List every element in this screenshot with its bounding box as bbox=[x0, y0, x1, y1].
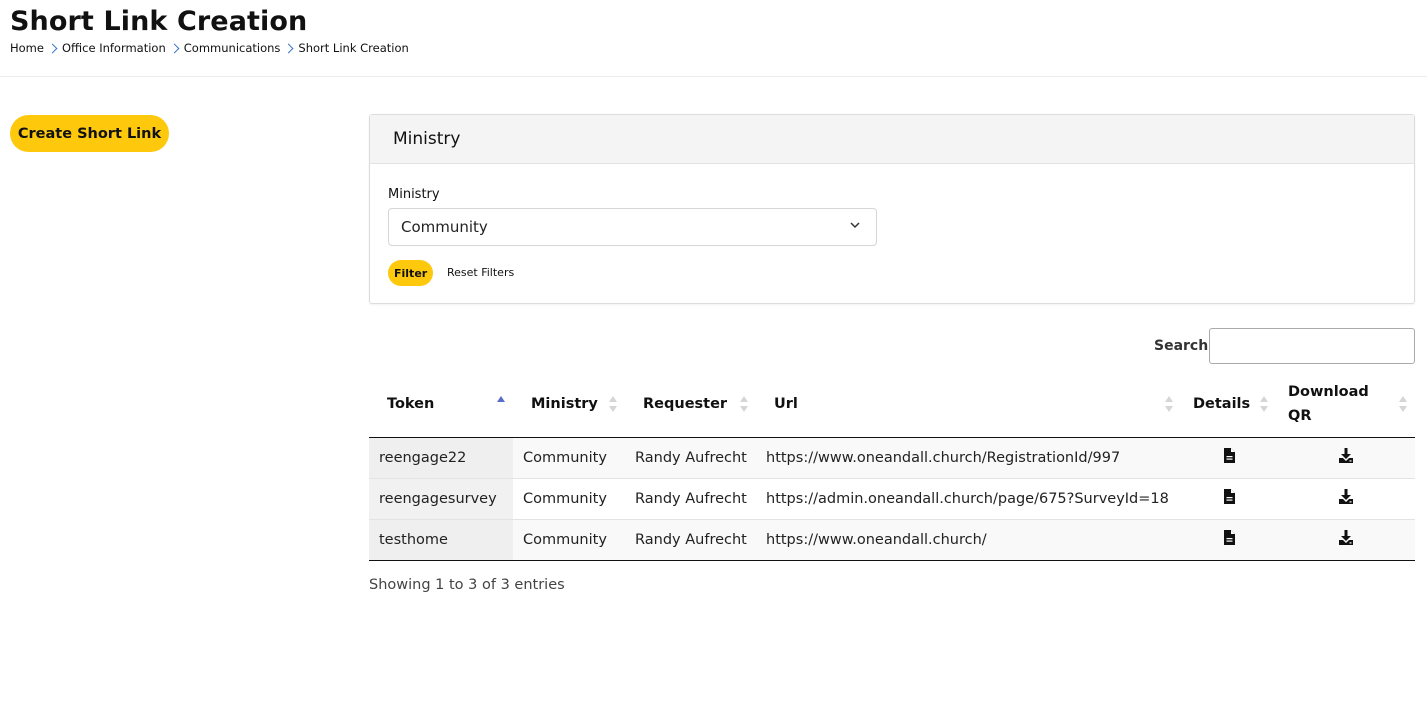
cell-token: reengage22 bbox=[369, 437, 513, 478]
table-row: testhome Community Randy Aufrecht https:… bbox=[369, 518, 1415, 561]
chevron-down-icon bbox=[850, 222, 860, 229]
cell-download-qr bbox=[1276, 518, 1415, 561]
sort-icon bbox=[740, 396, 748, 412]
breadcrumb-current: Short Link Creation bbox=[298, 41, 409, 55]
column-header-token[interactable]: Token bbox=[369, 371, 513, 438]
cell-requester: Randy Aufrecht bbox=[625, 477, 756, 519]
page-header: Short Link Creation Home Office Informat… bbox=[0, 0, 1427, 77]
document-icon[interactable] bbox=[1221, 447, 1237, 464]
cell-url: https://www.oneandall.church/ bbox=[756, 518, 1181, 561]
cell-details bbox=[1181, 437, 1276, 478]
column-header-label: Url bbox=[774, 395, 798, 412]
column-header-requester[interactable]: Requester bbox=[625, 371, 756, 438]
cell-url: https://www.oneandall.church/Registratio… bbox=[756, 437, 1181, 478]
reset-filters-link[interactable]: Reset Filters bbox=[447, 266, 514, 279]
ministry-select-value: Community bbox=[401, 218, 488, 236]
filter-button[interactable]: Filter bbox=[388, 260, 433, 286]
page-title: Short Link Creation bbox=[10, 6, 308, 37]
column-header-url[interactable]: Url bbox=[756, 371, 1181, 438]
chevron-right-icon bbox=[169, 43, 180, 53]
table-row: reengagesurvey Community Randy Aufrecht … bbox=[369, 477, 1415, 519]
download-icon[interactable] bbox=[1338, 529, 1354, 546]
download-icon[interactable] bbox=[1338, 447, 1354, 464]
column-header-download-qr[interactable]: Download QR bbox=[1276, 371, 1415, 438]
cell-token: reengagesurvey bbox=[369, 477, 513, 519]
column-header-details[interactable]: Details bbox=[1181, 371, 1276, 438]
column-header-label: Token bbox=[387, 395, 435, 412]
short-links-table: Token Ministry Requester Url Details Dow… bbox=[369, 371, 1415, 561]
cell-requester: Randy Aufrecht bbox=[625, 437, 756, 478]
cell-download-qr bbox=[1276, 477, 1415, 519]
document-icon[interactable] bbox=[1221, 529, 1237, 546]
ministry-field-label: Ministry bbox=[388, 187, 440, 202]
sort-icon bbox=[1260, 396, 1268, 412]
filter-panel-title: Ministry bbox=[393, 129, 461, 149]
cell-ministry: Community bbox=[513, 437, 625, 478]
breadcrumb: Home Office Information Communications S… bbox=[10, 41, 409, 55]
search-input[interactable] bbox=[1209, 328, 1415, 364]
chevron-right-icon bbox=[283, 43, 294, 53]
chevron-right-icon bbox=[47, 43, 58, 53]
column-header-label: Ministry bbox=[531, 395, 598, 412]
filter-panel: Ministry Ministry Community Filter Reset… bbox=[369, 114, 1415, 304]
table-info: Showing 1 to 3 of 3 entries bbox=[369, 577, 565, 593]
download-icon[interactable] bbox=[1338, 488, 1354, 505]
filter-panel-header: Ministry bbox=[370, 115, 1414, 164]
ministry-select[interactable]: Community bbox=[388, 208, 877, 246]
column-header-ministry[interactable]: Ministry bbox=[513, 371, 625, 438]
breadcrumb-office-information[interactable]: Office Information bbox=[62, 41, 166, 55]
cell-requester: Randy Aufrecht bbox=[625, 518, 756, 561]
column-header-label: Download QR bbox=[1288, 383, 1369, 424]
sort-ascending-icon bbox=[497, 396, 505, 402]
breadcrumb-communications[interactable]: Communications bbox=[184, 41, 281, 55]
breadcrumb-home[interactable]: Home bbox=[10, 41, 44, 55]
column-header-label: Details bbox=[1193, 395, 1251, 412]
cell-details bbox=[1181, 477, 1276, 519]
sort-icon bbox=[609, 396, 617, 412]
create-short-link-button[interactable]: Create Short Link bbox=[10, 115, 169, 152]
cell-ministry: Community bbox=[513, 477, 625, 519]
sort-icon bbox=[1399, 396, 1407, 412]
cell-details bbox=[1181, 518, 1276, 561]
document-icon[interactable] bbox=[1221, 488, 1237, 505]
cell-url: https://admin.oneandall.church/page/675?… bbox=[756, 477, 1181, 519]
search-label: Search: bbox=[1154, 338, 1214, 354]
table-row: reengage22 Community Randy Aufrecht http… bbox=[369, 437, 1415, 478]
cell-ministry: Community bbox=[513, 518, 625, 561]
table-header-row: Token Ministry Requester Url Details Dow… bbox=[369, 371, 1415, 438]
cell-token: testhome bbox=[369, 518, 513, 561]
cell-download-qr bbox=[1276, 437, 1415, 478]
sort-icon bbox=[1165, 396, 1173, 412]
column-header-label: Requester bbox=[643, 395, 728, 412]
